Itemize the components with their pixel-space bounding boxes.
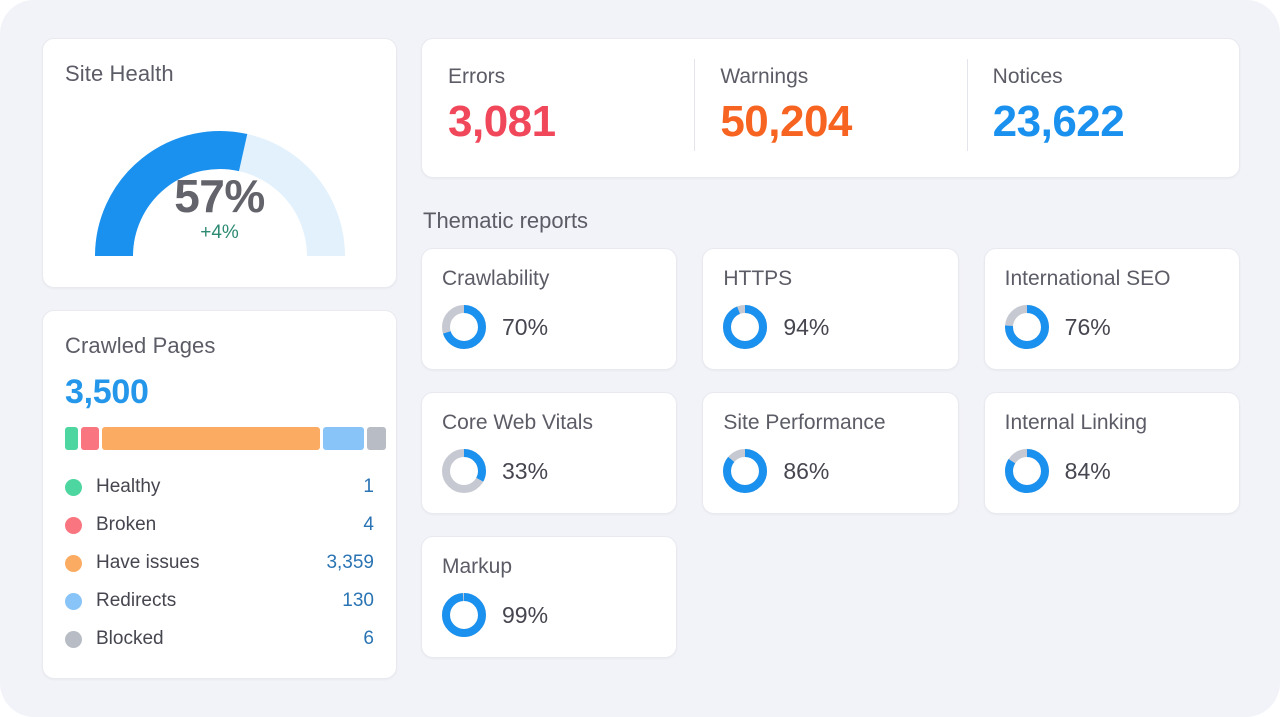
crawled-pages-stacked-bar bbox=[65, 427, 386, 450]
legend-color-dot-icon bbox=[65, 630, 82, 648]
legend-label: Redirects bbox=[96, 590, 177, 611]
left-column: Site Health 57% +4% Crawled Pages 3,500 … bbox=[42, 38, 397, 679]
site-health-delta: +4% bbox=[200, 222, 239, 243]
thematic-report-card[interactable]: HTTPS 94% bbox=[702, 248, 959, 370]
thematic-report-title: Crawlability bbox=[442, 267, 550, 290]
thematic-report-donut bbox=[723, 449, 768, 493]
thematic-report-card[interactable]: Site Performance 86% bbox=[702, 392, 959, 514]
crawled-pages-title: Crawled Pages bbox=[65, 333, 216, 358]
legend-label: Broken bbox=[96, 514, 157, 535]
issue-stat-notices[interactable]: Notices 23,622 bbox=[966, 59, 1239, 177]
issue-stat-label: Warnings bbox=[720, 65, 809, 88]
legend-value: 4 bbox=[363, 514, 374, 535]
thematic-report-row: 33% bbox=[442, 449, 656, 493]
issue-stat-value: 23,622 bbox=[992, 97, 1125, 146]
issue-stat-errors[interactable]: Errors 3,081 bbox=[422, 65, 694, 177]
crawled-pages-legend: Healthy 1 Broken 4 Have issues 3,359 Redirects… bbox=[65, 468, 374, 658]
thematic-report-title: Site Performance bbox=[723, 411, 886, 434]
thematic-report-title: Markup bbox=[442, 555, 513, 578]
site-health-readout: 57% +4% bbox=[75, 171, 365, 244]
legend-row[interactable]: Healthy 1 bbox=[65, 468, 374, 506]
legend-label: Blocked bbox=[96, 628, 164, 649]
legend-row[interactable]: Blocked 6 bbox=[65, 620, 374, 658]
legend-row[interactable]: Broken 4 bbox=[65, 506, 374, 544]
thematic-reports-grid: Crawlability 70% HTTPS 94% International SEO… bbox=[421, 248, 1240, 658]
thematic-report-title: Internal Linking bbox=[1004, 411, 1148, 434]
legend-label: Healthy bbox=[96, 476, 161, 497]
legend-value: 130 bbox=[342, 590, 374, 611]
legend-value: 1 bbox=[363, 476, 374, 497]
stacked-bar-segment bbox=[366, 427, 386, 450]
thematic-report-title: Core Web Vitals bbox=[442, 411, 593, 434]
site-health-gauge: 57% +4% bbox=[75, 111, 365, 263]
thematic-report-row: 76% bbox=[1004, 305, 1219, 349]
issue-stat-warnings[interactable]: Warnings 50,204 bbox=[694, 59, 966, 177]
thematic-report-card[interactable]: International SEO 76% bbox=[983, 248, 1240, 370]
thematic-report-row: 99% bbox=[442, 593, 656, 637]
crawled-pages-card[interactable]: Crawled Pages 3,500 Healthy 1 Broken 4 Have … bbox=[42, 310, 397, 679]
thematic-report-percent: 76% bbox=[1064, 314, 1111, 340]
site-health-title: Site Health bbox=[65, 61, 174, 86]
thematic-report-donut bbox=[442, 305, 486, 349]
issue-stat-value: 3,081 bbox=[448, 97, 556, 146]
crawled-pages-total: 3,500 bbox=[65, 373, 149, 411]
legend-color-dot-icon bbox=[65, 516, 82, 534]
stacked-bar-segment bbox=[65, 427, 79, 450]
thematic-report-donut bbox=[1004, 305, 1049, 349]
issues-summary-card: Errors 3,081 Warnings 50,204 Notices 23,622 bbox=[421, 38, 1240, 178]
thematic-report-card[interactable]: Core Web Vitals 33% bbox=[421, 392, 678, 514]
thematic-report-percent: 84% bbox=[1064, 458, 1111, 484]
thematic-report-row: 70% bbox=[442, 305, 656, 349]
issue-stat-label: Notices bbox=[992, 65, 1063, 88]
thematic-report-percent: 94% bbox=[783, 314, 830, 340]
thematic-report-card[interactable]: Crawlability 70% bbox=[421, 248, 678, 370]
issue-stat-label: Errors bbox=[448, 65, 506, 88]
thematic-report-donut bbox=[1004, 449, 1049, 493]
dashboard-root: Site Health 57% +4% Crawled Pages 3,500 … bbox=[0, 0, 1280, 717]
thematic-report-donut bbox=[723, 305, 768, 349]
legend-value: 3,359 bbox=[326, 552, 374, 573]
issue-stat-value: 50,204 bbox=[720, 97, 852, 146]
thematic-report-title: HTTPS bbox=[723, 267, 793, 290]
thematic-report-title: International SEO bbox=[1004, 267, 1171, 290]
thematic-report-percent: 70% bbox=[502, 314, 549, 340]
thematic-report-card[interactable]: Markup 99% bbox=[421, 536, 678, 658]
thematic-report-row: 84% bbox=[1004, 449, 1219, 493]
stacked-bar-segment bbox=[81, 427, 99, 450]
legend-row[interactable]: Redirects 130 bbox=[65, 582, 374, 620]
thematic-report-donut bbox=[442, 449, 486, 493]
thematic-report-donut bbox=[442, 593, 486, 637]
legend-color-dot-icon bbox=[65, 592, 82, 610]
legend-color-dot-icon bbox=[65, 554, 82, 572]
right-column: Errors 3,081 Warnings 50,204 Notices 23,622 T… bbox=[421, 38, 1240, 679]
dashboard-content: Site Health 57% +4% Crawled Pages 3,500 … bbox=[0, 0, 1280, 717]
thematic-report-percent: 86% bbox=[783, 458, 830, 484]
stacked-bar-segment bbox=[323, 427, 364, 450]
site-health-card[interactable]: Site Health 57% +4% bbox=[42, 38, 397, 288]
thematic-report-percent: 99% bbox=[502, 602, 549, 628]
site-health-gauge-wrap: 57% +4% bbox=[43, 111, 396, 263]
thematic-reports-title: Thematic reports bbox=[423, 208, 589, 233]
legend-label: Have issues bbox=[96, 552, 200, 573]
thematic-report-card[interactable]: Internal Linking 84% bbox=[983, 392, 1240, 514]
thematic-report-percent: 33% bbox=[502, 458, 549, 484]
legend-value: 6 bbox=[363, 628, 374, 649]
thematic-report-row: 86% bbox=[723, 449, 937, 493]
legend-row[interactable]: Have issues 3,359 bbox=[65, 544, 374, 582]
stacked-bar-segment bbox=[101, 427, 321, 450]
thematic-report-row: 94% bbox=[723, 305, 937, 349]
site-health-value: 57% bbox=[174, 170, 265, 222]
legend-color-dot-icon bbox=[65, 478, 82, 496]
